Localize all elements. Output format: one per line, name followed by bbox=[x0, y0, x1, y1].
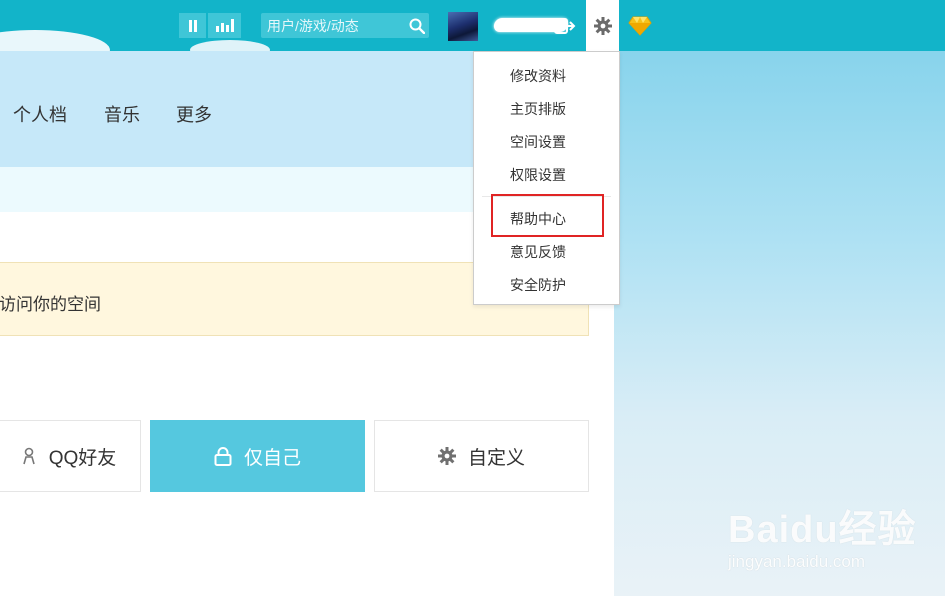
search-box bbox=[261, 13, 429, 38]
menu-item-homepage-layout[interactable]: 主页排版 bbox=[510, 99, 566, 119]
lock-icon bbox=[214, 446, 232, 466]
watermark: Baidu经验 jingyan.baidu.com bbox=[728, 498, 928, 578]
friends-icon bbox=[22, 447, 37, 465]
permission-option-self[interactable]: 仅自己 bbox=[150, 420, 365, 492]
menu-item-permission-settings[interactable]: 权限设置 bbox=[510, 165, 566, 185]
equalizer-button[interactable] bbox=[208, 13, 241, 38]
nav-item-more[interactable]: 更多 bbox=[176, 101, 212, 127]
watermark-logo: Baidu经验 bbox=[728, 509, 917, 551]
notice-text: 访问你的空间 bbox=[0, 295, 101, 314]
settings-button[interactable] bbox=[586, 0, 619, 51]
permission-option-custom[interactable]: 自定义 bbox=[374, 420, 589, 492]
vip-button[interactable] bbox=[628, 15, 652, 37]
diamond-icon bbox=[628, 16, 652, 36]
gear-icon bbox=[437, 447, 456, 465]
menu-item-edit-profile[interactable]: 修改资料 bbox=[510, 66, 566, 86]
pause-button[interactable] bbox=[179, 13, 206, 38]
gear-icon bbox=[593, 16, 612, 35]
watermark-url: jingyan.baidu.com bbox=[728, 552, 866, 571]
logout-icon bbox=[554, 18, 576, 34]
highlight-box bbox=[491, 194, 604, 237]
search-button[interactable] bbox=[405, 13, 429, 38]
nav-item-music[interactable]: 音乐 bbox=[104, 101, 140, 127]
nav-item-profile[interactable]: 个人档 bbox=[13, 101, 67, 127]
permission-option-label: QQ好友 bbox=[48, 447, 117, 469]
music-player bbox=[179, 13, 243, 38]
avatar[interactable] bbox=[448, 12, 478, 41]
search-input[interactable] bbox=[261, 13, 405, 38]
equalizer-icon bbox=[215, 19, 234, 32]
permission-option-label: 仅自己 bbox=[243, 447, 301, 469]
menu-item-security[interactable]: 安全防护 bbox=[510, 275, 566, 295]
top-bar bbox=[0, 0, 945, 70]
pause-icon bbox=[188, 19, 197, 32]
menu-item-feedback[interactable]: 意见反馈 bbox=[510, 242, 566, 262]
permission-option-label: 自定义 bbox=[467, 447, 525, 469]
permission-option-friends[interactable]: QQ好友 bbox=[0, 420, 141, 492]
settings-dropdown: 修改资料 主页排版 空间设置 权限设置 帮助中心 意见反馈 安全防护 bbox=[473, 51, 620, 305]
menu-item-space-settings[interactable]: 空间设置 bbox=[510, 132, 566, 152]
search-icon bbox=[409, 18, 425, 34]
logout-button[interactable] bbox=[554, 16, 576, 36]
